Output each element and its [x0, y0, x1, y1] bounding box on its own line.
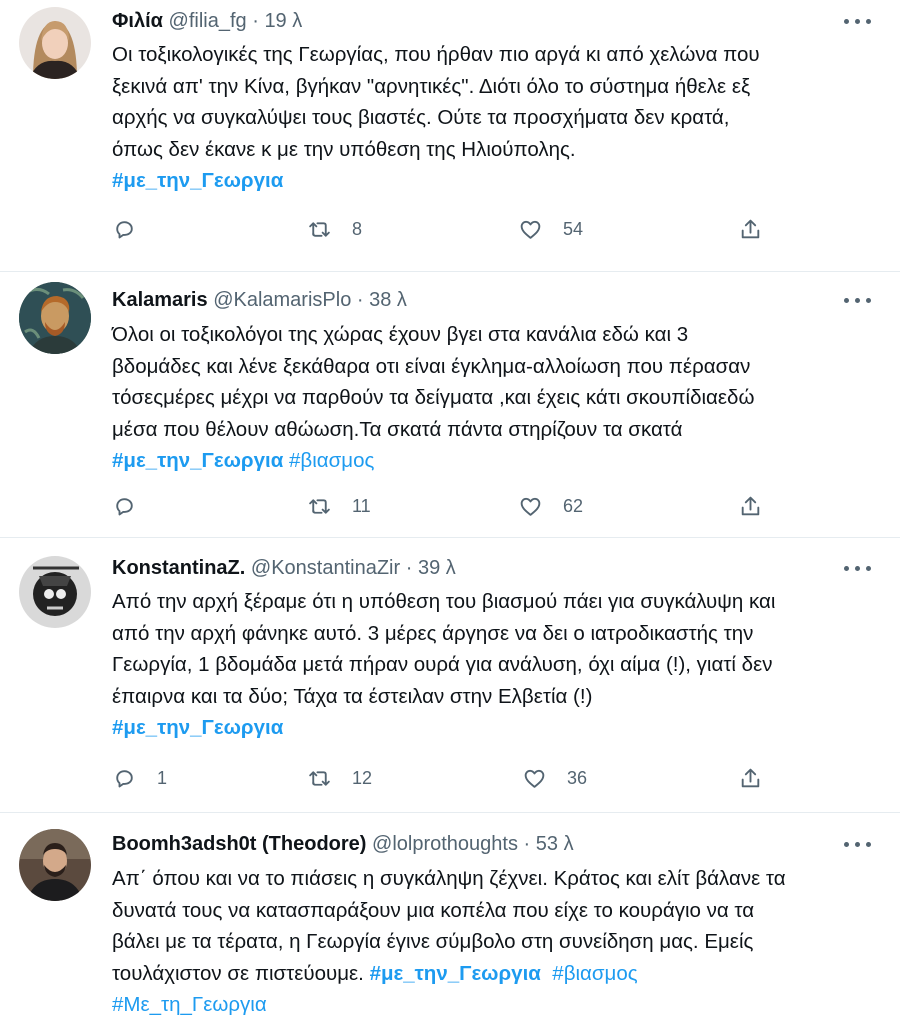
tweet-header: KonstantinaZ. @KonstantinaZir · 39 λ	[112, 555, 882, 581]
like-count: 54	[563, 218, 584, 239]
user-avatar[interactable]	[19, 556, 91, 628]
heart-icon	[524, 769, 545, 788]
more-options-icon[interactable]	[844, 292, 872, 308]
hashtag-line: #με_την_Γεωργια	[112, 712, 882, 744]
more-options-icon[interactable]	[844, 836, 872, 852]
hashtag-link[interactable]: #Με_τη_Γεωργια	[112, 993, 267, 1016]
like-button[interactable]: 36	[522, 763, 587, 793]
retweet-icon	[309, 221, 330, 237]
tweet-header: Φιλία @filia_fg · 19 λ	[112, 8, 882, 34]
timestamp[interactable]: 38 λ	[369, 289, 407, 311]
timestamp[interactable]: 39 λ	[418, 557, 456, 579]
retweet-count: 12	[352, 767, 373, 788]
tweet-text: Όλοι οι τοξικολόγοι της χώρας έχουν βγει…	[112, 323, 755, 441]
user-handle[interactable]: @filia_fg	[169, 10, 247, 32]
avatar-man-bearded-icon	[19, 829, 91, 901]
tweet-header: Boomh3adsh0t (Theodore) @lolprothoughts …	[112, 831, 882, 857]
separator-dot: ·	[252, 10, 259, 32]
reply-icon	[116, 220, 133, 238]
user-handle[interactable]: @KonstantinaZir	[251, 557, 400, 579]
retweet-button[interactable]: 8	[307, 214, 362, 244]
avatar-bw-graphic-icon	[19, 556, 91, 628]
tweet[interactable]: KonstantinaZ. @KonstantinaZir · 39 λ Από…	[0, 538, 900, 813]
share-icon	[741, 219, 760, 238]
heart-icon	[520, 497, 541, 516]
tweet-text: Απ΄ όπου και να το πιάσεις η συγκάληψη ζ…	[112, 863, 882, 989]
reply-button[interactable]: 1	[112, 763, 167, 793]
like-button[interactable]: 62	[518, 491, 583, 521]
hashtag-line: #με_την_Γεωργια	[112, 165, 882, 197]
tweet-text: Από την αρχή ξέραμε ότι η υπόθεση του βι…	[112, 590, 776, 708]
reply-count: 1	[157, 767, 168, 788]
reply-button[interactable]	[112, 214, 157, 244]
tweet[interactable]: Φιλία @filia_fg · 19 λ Οι τοξικολογικές …	[0, 0, 900, 272]
tweet-header: Kalamaris @KalamarisPlo · 38 λ	[112, 287, 882, 313]
user-handle[interactable]: @KalamarisPlo	[213, 289, 351, 311]
retweet-count: 8	[352, 218, 363, 239]
tweet-actions: 8 54	[0, 214, 900, 244]
separator-dot: ·	[356, 289, 364, 311]
reply-icon	[116, 497, 133, 515]
like-count: 62	[563, 495, 584, 516]
timestamp[interactable]: 53 λ	[536, 833, 574, 855]
like-button[interactable]: 54	[518, 214, 583, 244]
retweet-button[interactable]: 11	[307, 491, 371, 521]
heart-icon	[520, 220, 541, 239]
display-name[interactable]: KonstantinaZ.	[112, 557, 245, 579]
user-avatar[interactable]	[19, 829, 91, 901]
hashtag-link[interactable]: #βιασμος	[552, 962, 637, 985]
retweet-button[interactable]: 12	[307, 763, 372, 793]
display-name[interactable]: Kalamaris	[112, 289, 208, 311]
separator-dot: ·	[523, 833, 531, 855]
display-name[interactable]: Boomh3adsh0t (Theodore)	[112, 833, 366, 855]
user-avatar[interactable]	[19, 282, 91, 354]
hashtag-link[interactable]: #βιασμος	[289, 449, 374, 472]
retweet-icon	[309, 498, 330, 514]
tweet[interactable]: Kalamaris @KalamarisPlo · 38 λ Όλοι οι τ…	[0, 272, 900, 538]
more-options-icon[interactable]	[844, 13, 872, 29]
share-icon	[741, 496, 760, 515]
separator-dot: ·	[405, 557, 413, 579]
avatar-woman-blonde-icon	[19, 7, 91, 79]
tweet-actions: 1 12 36	[0, 763, 900, 793]
user-handle[interactable]: @lolprothoughts	[372, 833, 518, 855]
timestamp[interactable]: 19 λ	[264, 10, 302, 32]
share-button[interactable]	[738, 491, 763, 521]
user-avatar[interactable]	[19, 7, 91, 79]
hashtag-line: #Με_τη_Γεωργια	[112, 989, 882, 1021]
share-button[interactable]	[738, 214, 763, 244]
tweet-text: Οι τοξικολογικές της Γεωργίας, που ήρθαν…	[112, 43, 760, 161]
like-count: 36	[567, 767, 588, 788]
hashtag-line: #με_την_Γεωργια #βιασμος	[112, 445, 882, 477]
hashtag-link[interactable]: #με_την_Γεωργια	[370, 962, 541, 985]
share-icon	[741, 768, 760, 787]
retweet-count: 11	[352, 495, 371, 516]
hashtag-link[interactable]: #με_την_Γεωργια	[112, 449, 283, 472]
more-options-icon[interactable]	[844, 560, 872, 576]
retweet-icon	[309, 770, 330, 786]
display-name[interactable]: Φιλία	[112, 10, 163, 32]
hashtag-link[interactable]: #με_την_Γεωργια	[112, 169, 283, 192]
hashtag-link[interactable]: #με_την_Γεωργια	[112, 716, 283, 739]
reply-button[interactable]	[112, 491, 157, 521]
avatar-van-gogh-portrait-icon	[19, 282, 91, 354]
share-button[interactable]	[738, 763, 763, 793]
tweet[interactable]: Boomh3adsh0t (Theodore) @lolprothoughts …	[0, 813, 900, 1036]
tweet-actions: 11 62	[0, 491, 900, 521]
reply-icon	[116, 769, 133, 787]
